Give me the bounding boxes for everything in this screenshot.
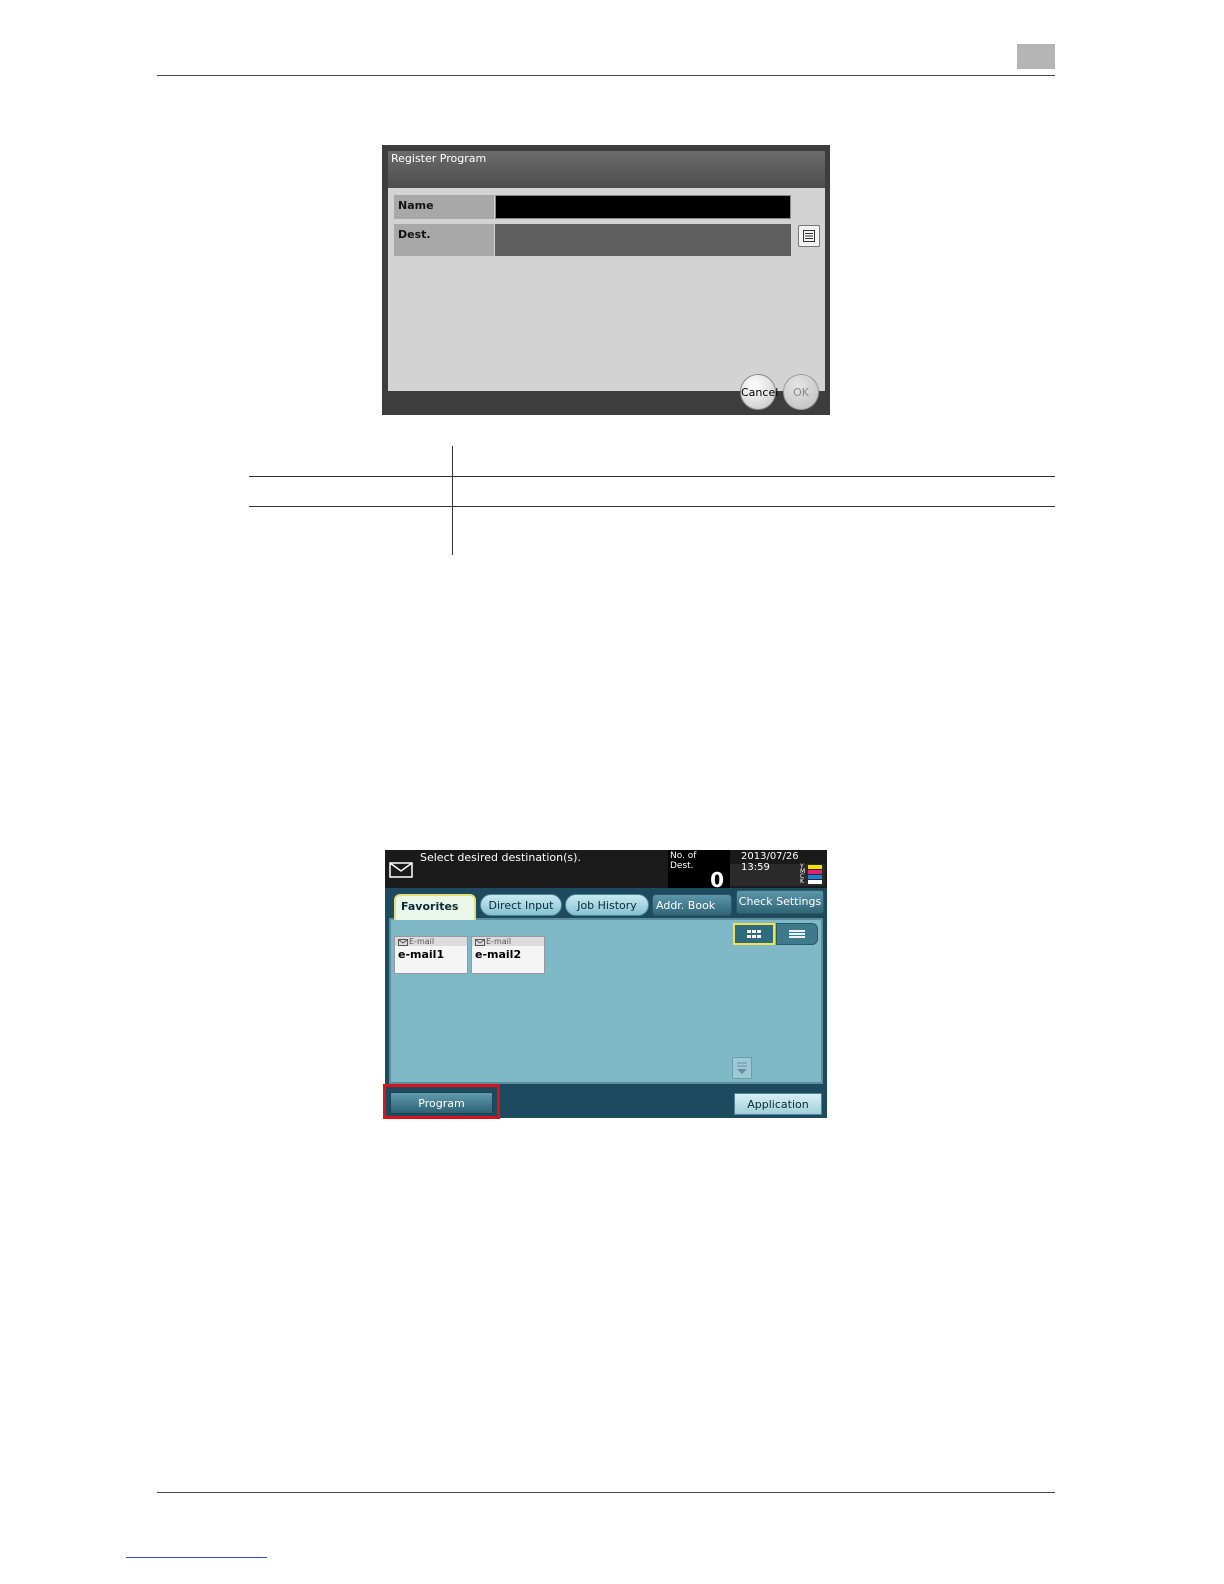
card-name: e-mail1 [398,948,445,961]
table-column-divider [452,446,453,555]
dialog-titlebar: Register Program [388,151,825,188]
register-program-screen: Register Program Name Dest. Cancel OK [382,145,830,415]
dest-count-box: No. of Dest. 0 [668,850,730,892]
dest-count-value: 0 [710,868,724,892]
register-program-dialog: Register Program Name Dest. [388,151,825,391]
dialog-title: Register Program [391,152,487,165]
check-settings-button[interactable]: Check Settings [736,890,824,914]
table-row-rule-1 [249,476,1055,477]
list-view-icon [789,930,805,938]
toner-bar-c [808,875,822,879]
status-bar: Select desired destination(s). No. of De… [385,850,827,892]
envelope-icon [398,939,408,946]
dest-count-label-2: Dest. [670,861,694,871]
card-type: E-mail [486,937,512,946]
name-field[interactable] [495,195,791,219]
scroll-down-button[interactable] [732,1057,752,1079]
list-view-button[interactable] [776,923,818,945]
footer-rule [157,1492,1055,1493]
application-button[interactable]: Application [734,1093,822,1115]
chapter-tab [1017,44,1055,69]
toner-bar-k [808,880,822,884]
grid-view-icon [747,930,761,938]
dest-list-button[interactable] [798,225,820,247]
envelope-icon [475,939,485,946]
tab-addr-book[interactable]: Addr. Book [652,894,732,916]
instruction-message: Select desired destination(s). [420,851,581,864]
dest-field[interactable] [495,224,791,256]
list-item[interactable]: E-mail e-mail1 [394,936,468,974]
ok-button[interactable]: OK [783,374,819,410]
card-name: e-mail2 [475,948,522,961]
tab-direct-input[interactable]: Direct Input [480,894,562,916]
cancel-button[interactable]: Cancel [740,374,778,410]
footer-link-underline [126,1557,267,1558]
toner-label-k: K [800,878,804,885]
destination-screen: Select desired destination(s). No. of De… [385,850,827,1118]
envelope-icon [389,862,413,878]
list-icon [803,230,815,242]
header-rule [157,75,1055,76]
datetime: 2013/07/26 13:59 [741,851,799,873]
table-row-rule-2 [249,506,1055,507]
grid-view-button[interactable] [733,923,775,945]
list-item[interactable]: E-mail e-mail2 [471,936,545,974]
tab-favorites[interactable]: Favorites [394,894,476,920]
name-label: Name [394,195,494,219]
tab-job-history[interactable]: Job History [565,894,649,916]
program-button-highlight [383,1084,500,1119]
chevron-down-icon [737,1062,747,1074]
dest-label: Dest. [394,224,494,256]
card-type: E-mail [409,937,435,946]
